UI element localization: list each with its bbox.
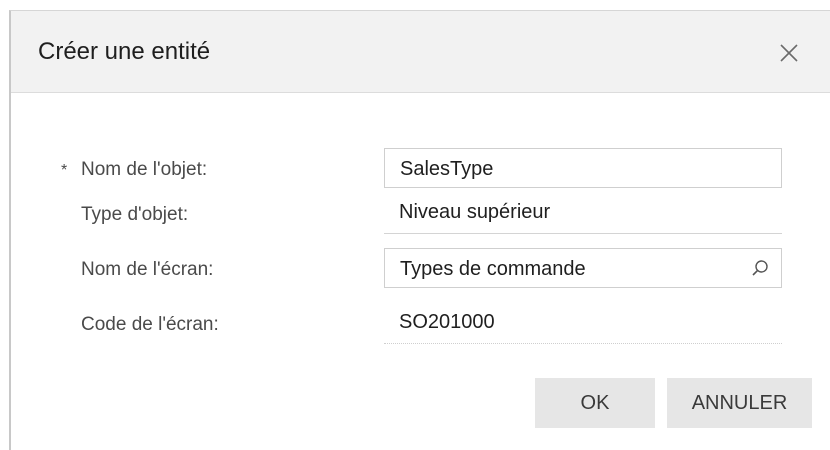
required-marker: *	[61, 162, 68, 179]
close-icon	[780, 44, 798, 62]
screen-code-field: SO201000	[384, 304, 782, 344]
create-entity-dialog: Créer une entité * Nom de l'objet: Sales…	[9, 10, 830, 450]
screen-code-value: SO201000	[399, 311, 495, 333]
screen-name-label: Nom de l'écran:	[81, 259, 214, 280]
object-name-label: Nom de l'objet:	[81, 159, 208, 180]
search-icon[interactable]	[751, 259, 769, 277]
object-type-label: Type d'objet:	[81, 204, 189, 225]
object-type-field: Niveau supérieur	[384, 194, 782, 234]
close-button[interactable]	[777, 41, 801, 65]
dialog-title: Créer une entité	[38, 38, 211, 65]
screen-code-label: Code de l'écran:	[81, 314, 219, 335]
screen-name-selector[interactable]: Types de commande	[384, 248, 782, 288]
object-name-input[interactable]: SalesType	[384, 148, 782, 188]
object-name-value: SalesType	[400, 158, 494, 180]
cancel-button[interactable]: ANNULER	[667, 378, 812, 428]
dialog-header: Créer une entité	[11, 11, 830, 93]
screen-name-value: Types de commande	[400, 258, 586, 280]
object-type-value: Niveau supérieur	[399, 201, 551, 223]
ok-button[interactable]: OK	[535, 378, 655, 428]
